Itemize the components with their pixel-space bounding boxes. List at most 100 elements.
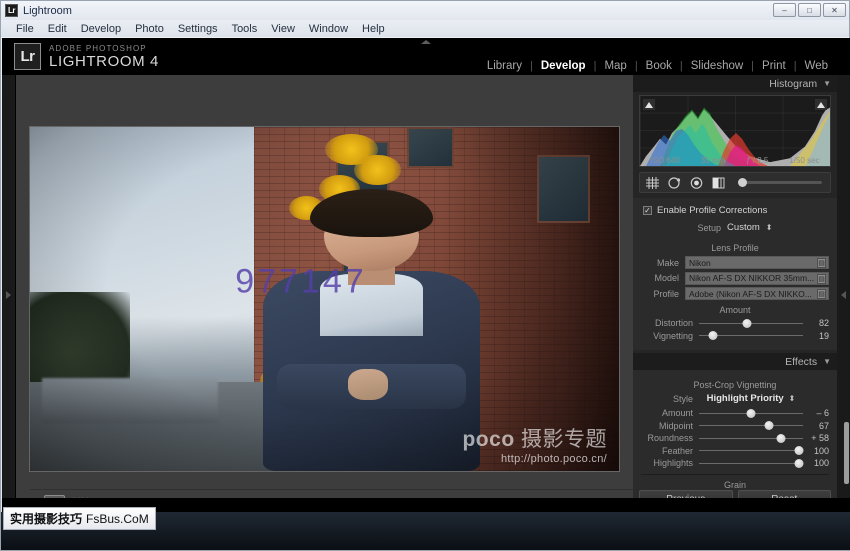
- histogram-graph[interactable]: ISO 640 35 mm ƒ / 2.5 1/50 sec: [639, 95, 831, 167]
- watermark-brand: poco: [462, 428, 515, 451]
- module-web[interactable]: Web: [797, 60, 836, 72]
- enable-profile-corrections-checkbox[interactable]: ✓: [643, 206, 652, 215]
- setup-row[interactable]: Setup Custom ⬍: [641, 220, 829, 238]
- photo-watermark: poco 摄影专题 http://photo.poco.cn/: [462, 423, 607, 465]
- vignette-style-value[interactable]: Highlight Priority: [707, 393, 784, 404]
- menu-settings[interactable]: Settings: [171, 22, 225, 36]
- maximize-button[interactable]: □: [798, 3, 821, 17]
- menu-edit[interactable]: Edit: [41, 22, 74, 36]
- module-map[interactable]: Map: [596, 60, 634, 72]
- chevron-down-icon[interactable]: ▤: [817, 258, 826, 268]
- module-slideshow[interactable]: Slideshow: [683, 60, 751, 72]
- watermark-url: http://photo.poco.cn/: [501, 453, 607, 465]
- slider-knob[interactable]: [742, 318, 752, 328]
- vignette-midpoint-value[interactable]: 67: [803, 421, 829, 431]
- spot-removal-icon[interactable]: [668, 176, 681, 189]
- histogram-exif: ISO 640 35 mm ƒ / 2.5 1/50 sec: [640, 156, 830, 165]
- taskbar-app-button[interactable]: 实用摄影技巧 FsBus.CoM: [3, 507, 156, 530]
- stepper-icon[interactable]: ⬍: [789, 394, 796, 403]
- vignette-amount-label: Amount: [661, 408, 693, 418]
- taskbar-app-name-en: FsBus.CoM: [86, 511, 149, 526]
- module-print[interactable]: Print: [754, 60, 794, 72]
- chevron-down-icon[interactable]: ▼: [823, 79, 831, 88]
- histogram-panel-header[interactable]: Histogram ▼: [633, 75, 837, 92]
- watermark-line-1: poco 摄影专题: [462, 423, 607, 453]
- adjustment-brush-size-slider[interactable]: [738, 178, 822, 187]
- lens-model-row: Model Nikon AF-S DX NIKKOR 35mm... ▤: [641, 271, 829, 285]
- vignette-roundness-value[interactable]: + 58: [803, 433, 829, 443]
- vignette-roundness-slider[interactable]: [699, 433, 803, 443]
- menu-bar: File Edit Develop Photo Settings Tools V…: [1, 20, 849, 37]
- crop-overlay-icon[interactable]: [646, 176, 659, 189]
- setup-value[interactable]: Custom: [727, 222, 760, 233]
- chevron-down-icon[interactable]: ▼: [823, 357, 831, 366]
- exif-aperture: ƒ / 2.5: [746, 156, 769, 165]
- chevron-down-icon[interactable]: ▤: [817, 273, 826, 284]
- top-panel-collapse-handle[interactable]: [402, 38, 450, 46]
- vignette-midpoint-slider[interactable]: [699, 421, 803, 430]
- vignette-feather-label: Feather: [661, 445, 693, 456]
- slider-knob[interactable]: [708, 331, 718, 340]
- highlight-clipping-indicator[interactable]: [815, 99, 827, 110]
- app-icon: Lr: [5, 4, 18, 17]
- image-canvas[interactable]: 977147 poco 摄影专题 http://photo.poco.cn/ Y…: [16, 75, 647, 514]
- menu-photo[interactable]: Photo: [128, 22, 171, 36]
- shadow-clipping-indicator[interactable]: [643, 99, 655, 110]
- vignette-amount-value[interactable]: – 6: [803, 408, 829, 418]
- left-panel-collapse-handle[interactable]: [2, 75, 16, 514]
- vignette-roundness-label: Roundness: [647, 433, 693, 443]
- graduated-filter-icon[interactable]: [712, 177, 725, 189]
- histogram-panel-title: Histogram: [769, 77, 818, 90]
- stepper-icon[interactable]: ⬍: [766, 223, 773, 232]
- vignette-amount-slider[interactable]: [699, 408, 803, 418]
- menu-view[interactable]: View: [264, 22, 302, 36]
- vignette-feather-value[interactable]: 100: [803, 446, 829, 456]
- menu-file[interactable]: File: [9, 22, 41, 36]
- menu-tools[interactable]: Tools: [225, 22, 265, 36]
- slider-knob[interactable]: [776, 433, 786, 443]
- module-library[interactable]: Library: [479, 60, 530, 72]
- vignette-highlights-slider[interactable]: [699, 458, 804, 468]
- menu-help[interactable]: Help: [355, 22, 392, 36]
- distortion-value[interactable]: 82: [803, 318, 829, 328]
- slider-knob[interactable]: [738, 178, 747, 187]
- slider-knob[interactable]: [794, 458, 804, 468]
- lens-make-select[interactable]: Nikon ▤: [685, 256, 829, 269]
- slider-knob[interactable]: [746, 408, 756, 418]
- vignette-highlights-label: Highlights: [653, 458, 693, 468]
- minimize-button[interactable]: –: [773, 3, 796, 17]
- develop-tool-strip: [639, 172, 831, 193]
- lens-profile-select[interactable]: Adobe (Nikon AF-S DX NIKKO... ▤: [685, 287, 829, 300]
- brand-line-product: LIGHTROOM 4: [49, 52, 159, 70]
- vignette-feather-row: Feather 100: [641, 446, 829, 456]
- photo-preview[interactable]: 977147 poco 摄影专题 http://photo.poco.cn/: [30, 127, 619, 471]
- chevron-left-icon: [841, 290, 846, 299]
- right-panel: Histogram ▼ ISO 640 35 mm ƒ / 2.5 1/50 s…: [633, 75, 837, 514]
- brand-line-adobe: ADOBE PHOTOSHOP: [49, 43, 147, 53]
- module-develop[interactable]: Develop: [533, 60, 594, 72]
- identity-plate[interactable]: Lr ADOBE PHOTOSHOP LIGHTROOM 4: [2, 43, 159, 70]
- distortion-slider[interactable]: [699, 318, 803, 328]
- enable-profile-corrections-row[interactable]: ✓ Enable Profile Corrections: [641, 203, 829, 220]
- slider-knob[interactable]: [764, 421, 774, 430]
- vignetting-slider[interactable]: [699, 331, 803, 340]
- vignette-style-row[interactable]: Style Highlight Priority ⬍: [641, 393, 829, 404]
- chevron-down-icon[interactable]: ▤: [817, 289, 826, 299]
- lens-model-select[interactable]: Nikon AF-S DX NIKKOR 35mm... ▤: [685, 271, 829, 285]
- vignetting-value[interactable]: 19: [803, 331, 829, 341]
- vignette-midpoint-label: Midpoint: [658, 420, 693, 431]
- module-book[interactable]: Book: [638, 60, 680, 72]
- menu-window[interactable]: Window: [302, 22, 355, 36]
- right-panel-collapse-handle[interactable]: [837, 75, 850, 514]
- menu-develop[interactable]: Develop: [74, 22, 128, 36]
- effects-panel-header[interactable]: Effects ▼: [633, 353, 837, 370]
- slider-knob[interactable]: [794, 446, 804, 455]
- close-button[interactable]: ✕: [823, 3, 846, 17]
- red-eye-icon[interactable]: [690, 176, 703, 189]
- vignette-feather-slider[interactable]: [699, 446, 804, 455]
- app-body: 977147 poco 摄影专题 http://photo.poco.cn/ Y…: [2, 75, 850, 514]
- right-panel-scrollbar[interactable]: [844, 422, 849, 484]
- exif-shutter-speed: 1/50 sec: [789, 156, 820, 165]
- vignette-highlights-value[interactable]: 100: [803, 458, 829, 468]
- lens-make-row: Make Nikon ▤: [641, 256, 829, 269]
